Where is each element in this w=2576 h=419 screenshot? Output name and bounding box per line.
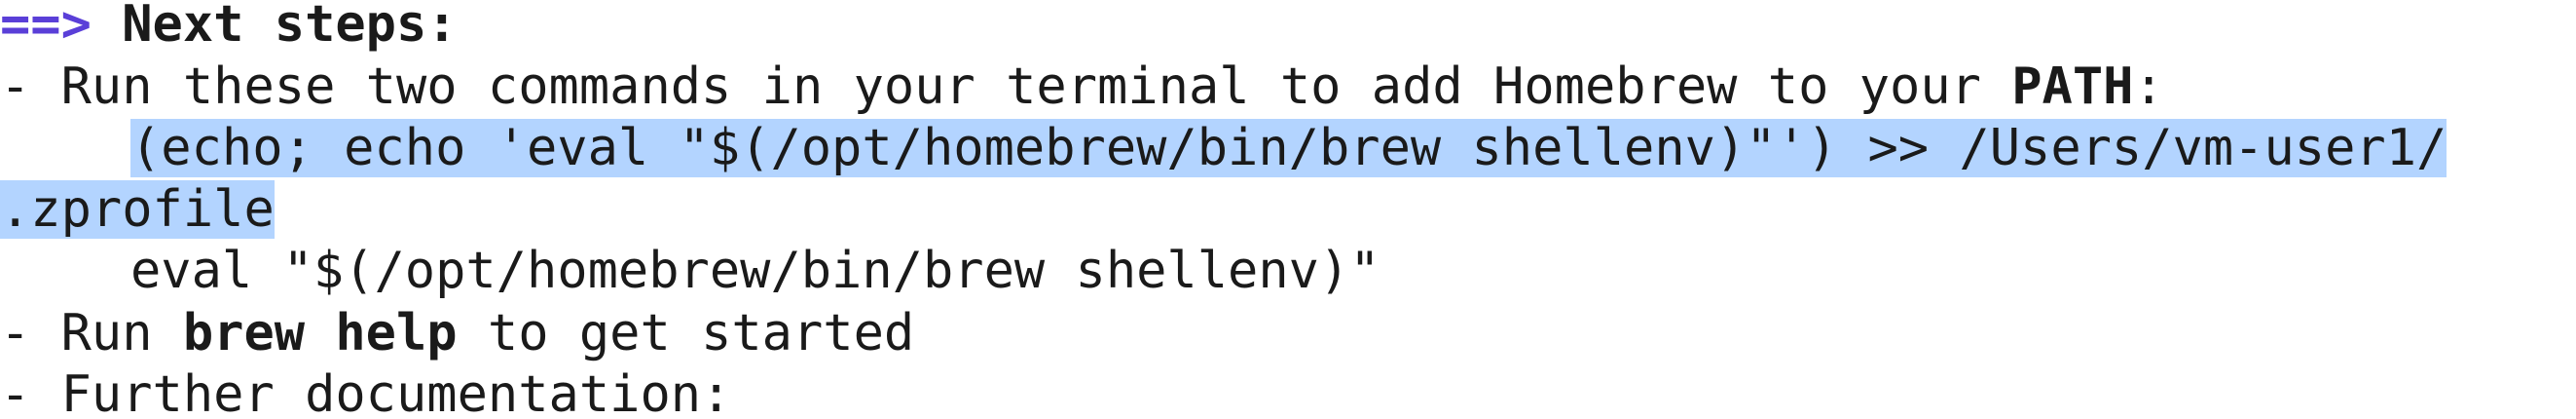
next-steps-heading: ==> Next steps: [0,0,458,57]
arrow-marker: ==> [0,0,92,54]
heading-text: Next steps: [91,0,458,54]
brew-help-command: brew help [182,304,458,362]
command-line-1[interactable]: (echo; echo 'eval "$(/opt/homebrew/bin/b… [0,118,2447,180]
brew-help-suffix: to get started [457,304,915,362]
terminal-output[interactable]: ==> Next steps: - Run these two commands… [0,0,2576,419]
command-line-1-wrap[interactable]: .zprofile [0,179,275,242]
further-docs-text: - Further documentation: [0,365,732,419]
further-docs-line: - Further documentation: [0,364,731,419]
eval-command-text[interactable]: eval "$(/opt/homebrew/bin/brew shellenv)… [130,242,1380,300]
instruction-suffix: : [2133,57,2164,116]
instruction-prefix: - Run these two commands in your termina… [0,57,2012,116]
path-instruction-line: - Run these two commands in your termina… [0,57,2164,119]
selected-command-wrap-text[interactable]: .zprofile [0,180,275,239]
brew-help-line: - Run brew help to get started [0,303,914,365]
brew-help-prefix: - Run [0,304,183,362]
path-keyword: PATH [2011,57,2134,116]
command-line-2[interactable]: eval "$(/opt/homebrew/bin/brew shellenv)… [0,241,1380,303]
selected-command-text[interactable]: (echo; echo 'eval "$(/opt/homebrew/bin/b… [130,119,2447,177]
